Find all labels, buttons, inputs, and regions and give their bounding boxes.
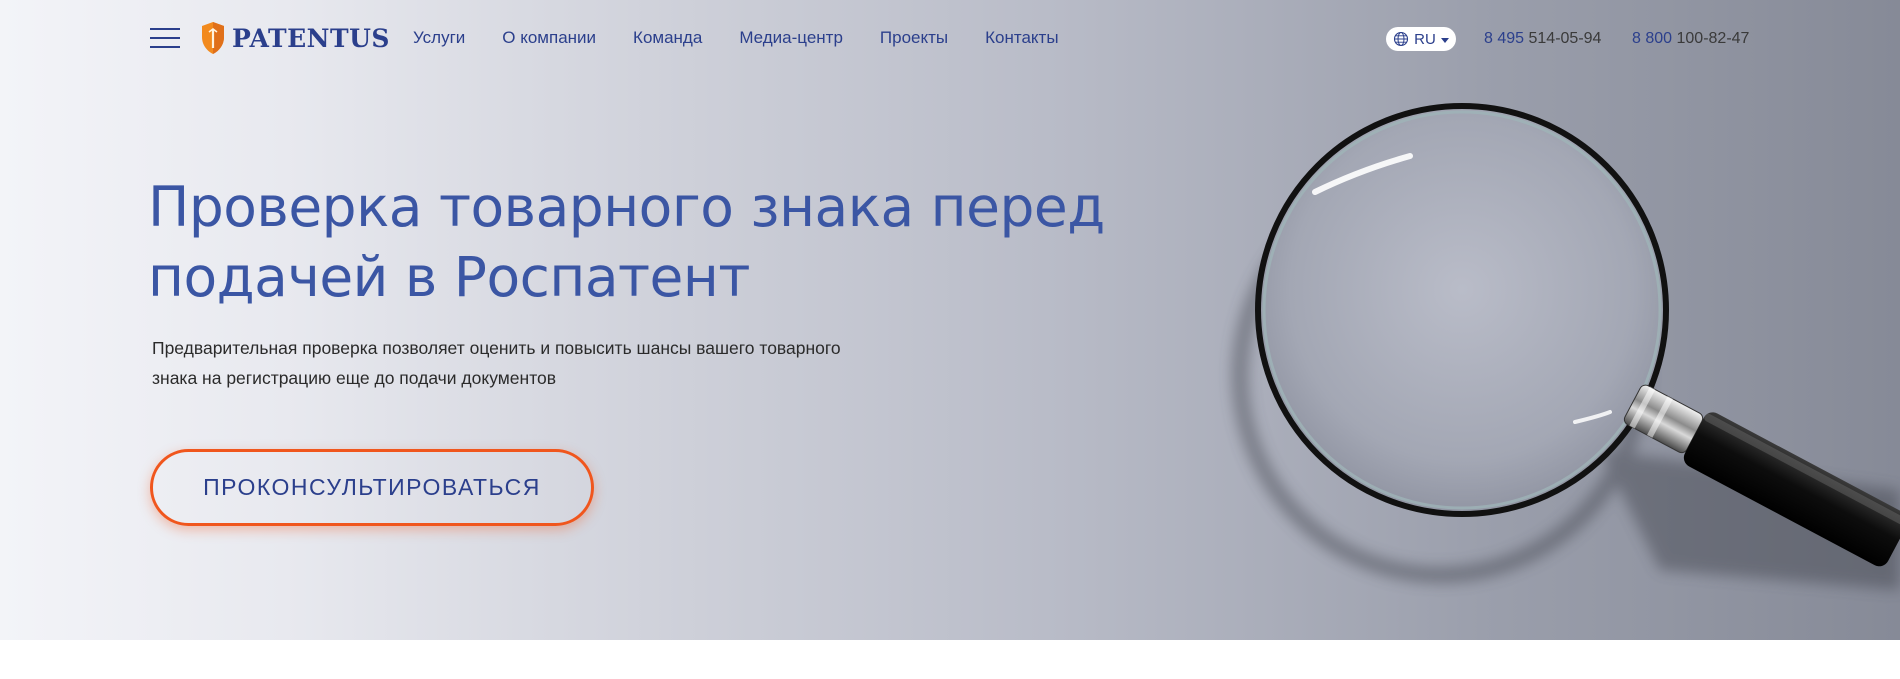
phone-code: 8 495 <box>1484 30 1525 47</box>
chevron-down-icon <box>1440 37 1449 43</box>
page-title: Проверка товарного знака перед подачей в… <box>148 172 1148 312</box>
nav-item-team[interactable]: Команда <box>633 28 702 48</box>
hero-section: PATENTUS Услуги О компании Команда Медиа… <box>0 0 1900 640</box>
phone-number: 100-82-47 <box>1676 30 1750 47</box>
phone-code: 8 800 <box>1632 30 1673 47</box>
language-switcher[interactable]: RU <box>1386 27 1456 51</box>
title-line-2: подачей в Роспатент <box>148 245 750 309</box>
nav-item-services[interactable]: Услуги <box>413 28 465 48</box>
shield-logo-icon <box>202 22 224 54</box>
subtitle-line-2: знака на регистрацию еще до подачи докум… <box>152 368 557 388</box>
language-label: RU <box>1414 30 1436 48</box>
phone-link-toll-free[interactable]: 8 800 100-82-47 <box>1632 30 1749 48</box>
hamburger-menu-icon[interactable] <box>150 26 180 50</box>
globe-icon <box>1394 31 1409 47</box>
main-nav: Услуги О компании Команда Медиа-центр Пр… <box>413 28 1096 48</box>
title-line-1: Проверка товарного знака перед <box>148 175 1105 239</box>
consultation-button[interactable]: ПРОКОНСУЛЬТИРОВАТЬСЯ <box>150 449 594 526</box>
subtitle-line-1: Предварительная проверка позволяет оцени… <box>152 338 841 358</box>
nav-item-contacts[interactable]: Контакты <box>985 28 1058 48</box>
phone-link-moscow[interactable]: 8 495 514-05-94 <box>1484 30 1601 48</box>
phone-number: 514-05-94 <box>1528 30 1602 47</box>
logo[interactable]: PATENTUS <box>200 20 390 56</box>
nav-item-media[interactable]: Медиа-центр <box>739 28 843 48</box>
magnifying-glass-illustration <box>1232 103 1900 590</box>
logo-text: PATENTUS <box>232 23 390 53</box>
nav-item-about[interactable]: О компании <box>502 28 596 48</box>
nav-item-projects[interactable]: Проекты <box>880 28 948 48</box>
section-divider <box>0 640 1900 679</box>
hero-subtitle: Предварительная проверка позволяет оцени… <box>152 333 912 393</box>
